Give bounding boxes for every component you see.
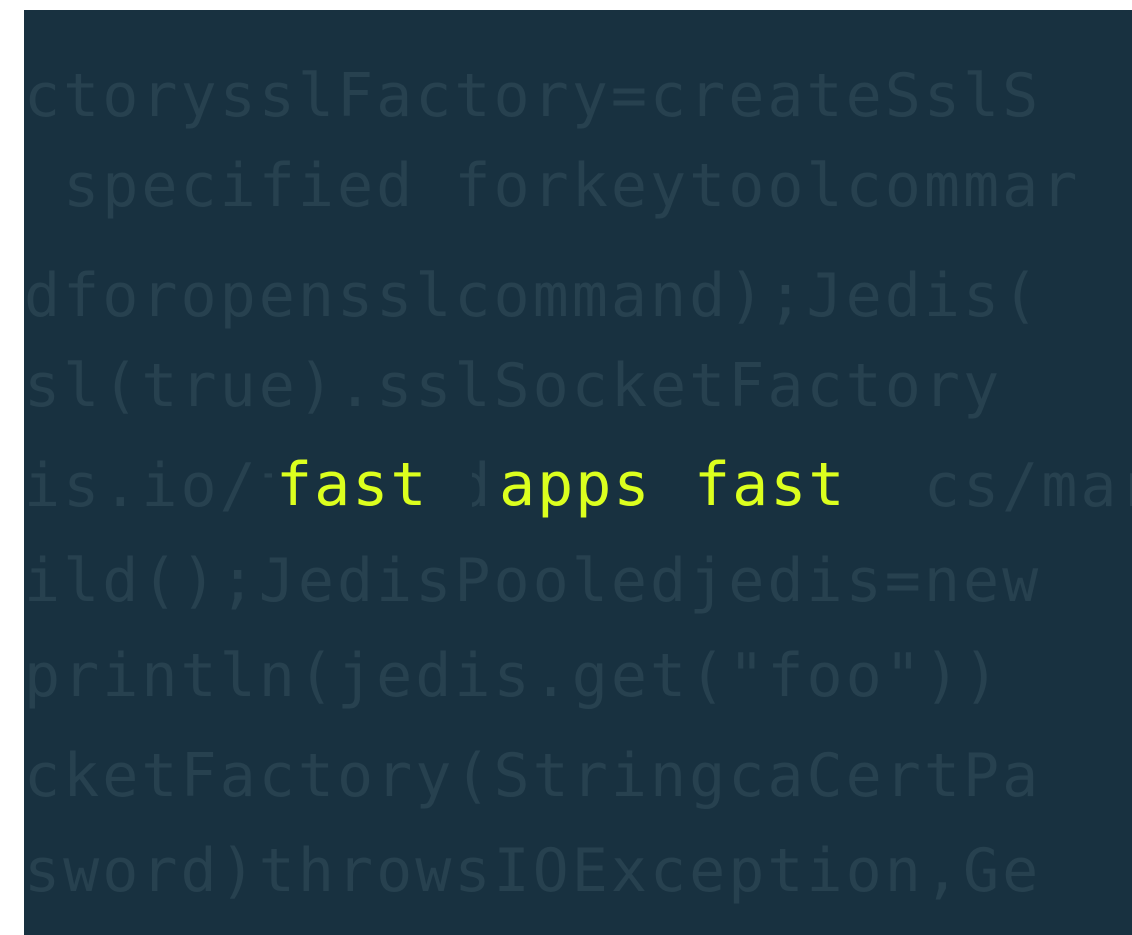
headline-word-apps: apps — [499, 450, 652, 520]
code-background-line: sword)throwsIOException,Ge — [24, 836, 1042, 906]
code-background-line: ctorysslFactory=createSslS — [24, 61, 1042, 131]
hero-banner: ctorysslFactory=createSslS specified for… — [24, 10, 1132, 935]
headline-word-fast: fast — [276, 450, 429, 520]
code-background-line: cketFactory(StringcaCertPa — [24, 741, 1042, 811]
headline-word-fast-2: fast — [694, 450, 847, 520]
code-background-line: dforopensslcommand);Jedis( — [24, 261, 1042, 331]
code-background-line: println(jedis.get("foo")) — [24, 641, 1003, 711]
code-background-line: specified forkeytoolcommar — [24, 151, 1081, 221]
code-background-line: ild();JedisPooledjedis=new — [24, 546, 1042, 616]
code-background-line: sl(true).sslSocketFactory — [24, 351, 1003, 421]
